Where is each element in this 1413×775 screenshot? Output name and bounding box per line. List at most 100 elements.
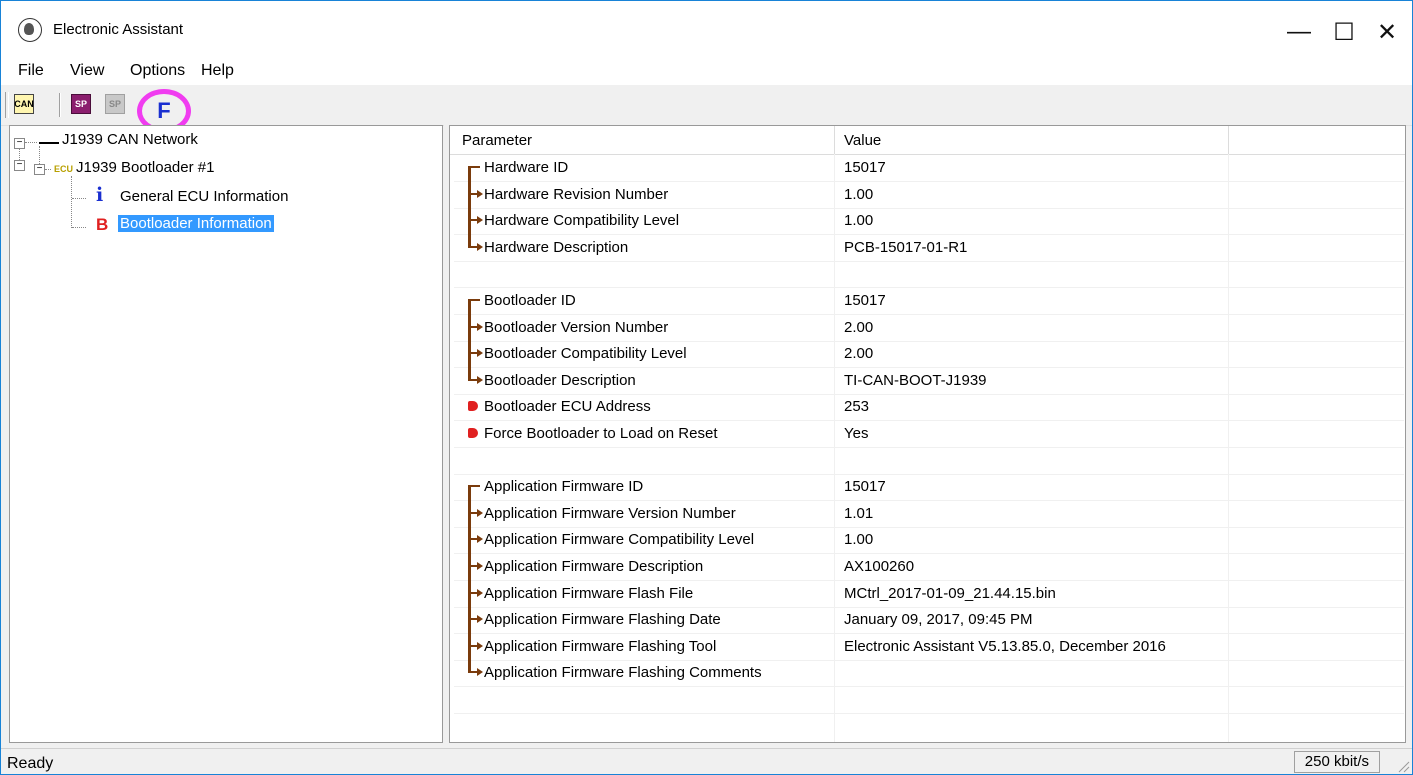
- table-row[interactable]: Application Firmware Flash File MCtrl_201…: [454, 579, 1404, 608]
- value-cell: 1.01: [844, 504, 874, 522]
- table-row[interactable]: [454, 447, 1404, 475]
- column-divider[interactable]: [834, 126, 835, 154]
- table-row[interactable]: Bootloader ID 15017: [454, 287, 1404, 315]
- table-row[interactable]: Bootloader Description TI-CAN-BOOT-J1939: [454, 366, 1404, 395]
- table-row[interactable]: Application Firmware Compatibility Level…: [454, 526, 1404, 555]
- group-branch-icon: [468, 553, 483, 580]
- menu-file[interactable]: File: [18, 62, 44, 80]
- value-cell: 1.00: [844, 531, 874, 549]
- toolbar-grip[interactable]: [5, 92, 9, 118]
- table-row[interactable]: [454, 686, 1404, 714]
- toolbar-separator: [59, 93, 61, 117]
- parameter-cell: Application Firmware Description: [484, 558, 704, 575]
- setpoint-save-icon[interactable]: SP: [105, 94, 125, 114]
- table-header: Parameter Value: [450, 126, 1405, 155]
- table-row[interactable]: Application Firmware Flashing Tool Electr…: [454, 632, 1404, 661]
- table-row[interactable]: Application Firmware Description AX100260: [454, 553, 1404, 581]
- tree-node-bootloader-info[interactable]: Bootloader Information: [118, 215, 274, 232]
- resize-grip-icon[interactable]: [1396, 759, 1410, 773]
- group-branch-icon: [468, 340, 483, 368]
- parameter-cell: Bootloader ID: [484, 292, 576, 309]
- bootloader-icon: B: [96, 215, 109, 234]
- network-line-icon: [39, 142, 59, 144]
- group-branch-icon: [468, 313, 483, 341]
- tree-line: [72, 198, 86, 199]
- title-bar[interactable]: Electronic Assistant — ☐ ✕: [1, 1, 1412, 57]
- value-cell: 2.00: [844, 345, 874, 363]
- close-button[interactable]: ✕: [1359, 11, 1412, 53]
- tree-line: [72, 227, 86, 228]
- table-row[interactable]: [454, 260, 1404, 289]
- ecu-tree-view[interactable]: − J1939 CAN Network − − ECU J1939 Bootlo…: [9, 125, 443, 743]
- parameter-cell: Bootloader ECU Address: [484, 398, 651, 416]
- parameter-cell: Hardware ID: [484, 159, 569, 176]
- value-cell: January 09, 2017, 09:45 PM: [844, 611, 1033, 629]
- column-header-value[interactable]: Value: [844, 132, 881, 149]
- status-bar: Ready 250 kbit/s: [1, 748, 1412, 774]
- table-row[interactable]: Bootloader Version Number 2.00: [454, 313, 1404, 342]
- parameter-cell: Hardware Compatibility Level: [484, 212, 680, 230]
- group-branch-icon: [468, 579, 483, 607]
- table-row[interactable]: Application Firmware Flashing Date Januar…: [454, 606, 1404, 635]
- setpoint-open-icon[interactable]: SP: [71, 94, 91, 114]
- group-branch-icon: [468, 526, 483, 554]
- parameter-cell: Hardware Revision Number: [484, 185, 669, 203]
- table-row[interactable]: Hardware Revision Number 1.00: [454, 180, 1404, 209]
- info-icon: i: [96, 184, 104, 206]
- column-header-parameter[interactable]: Parameter: [462, 132, 532, 149]
- status-text: Ready: [7, 755, 54, 772]
- table-row[interactable]: Bootloader ECU Address 253: [454, 393, 1404, 422]
- table-row[interactable]: Force Bootloader to Load on Reset Yes: [454, 420, 1404, 448]
- window-title: Electronic Assistant: [53, 21, 184, 38]
- tree-node-general-info[interactable]: General ECU Information: [120, 188, 288, 205]
- column-divider[interactable]: [1228, 126, 1229, 154]
- value-cell: AX100260: [844, 558, 915, 575]
- menu-options[interactable]: Options: [130, 62, 185, 80]
- parameter-table: Parameter Value Hardware ID 15017 Hardware…: [449, 125, 1406, 743]
- group-branch-icon: [468, 499, 483, 527]
- group-branch-icon: [468, 207, 483, 235]
- group-branch-icon: [468, 287, 482, 314]
- parameter-cell: Bootloader Description: [484, 371, 636, 389]
- table-row[interactable]: Hardware Compatibility Level 1.00: [454, 207, 1404, 236]
- parameter-cell: Application Firmware ID: [484, 478, 644, 496]
- tree-node-bootloader[interactable]: J1939 Bootloader #1: [76, 159, 214, 176]
- table-row[interactable]: Bootloader Compatibility Level 2.00: [454, 340, 1404, 369]
- menu-view[interactable]: View: [70, 62, 104, 80]
- value-cell: PCB-15017-01-R1: [844, 238, 968, 256]
- group-branch-icon: [468, 606, 483, 634]
- selected-label: Bootloader Information: [118, 215, 274, 232]
- parameter-cell: Bootloader Version Number: [484, 318, 669, 336]
- can-connect-icon[interactable]: CAN: [14, 94, 34, 114]
- parameter-cell: Force Bootloader to Load on Reset: [484, 425, 718, 442]
- value-cell: 253: [844, 398, 870, 416]
- tree-node-network[interactable]: J1939 CAN Network: [62, 131, 198, 148]
- table-row[interactable]: Hardware ID 15017: [454, 154, 1404, 182]
- application-window: Electronic Assistant — ☐ ✕ File View Opt…: [0, 0, 1413, 775]
- toolbar: CAN SP SP: [1, 85, 1412, 126]
- value-cell: Yes: [844, 425, 869, 442]
- parameter-cell: Application Firmware Compatibility Level: [484, 531, 755, 549]
- ecu-icon: ECU: [54, 164, 74, 174]
- table-row[interactable]: Application Firmware ID 15017: [454, 473, 1404, 502]
- value-cell: TI-CAN-BOOT-J1939: [844, 371, 987, 389]
- status-baud-rate: 250 kbit/s: [1293, 751, 1380, 773]
- value-cell: Electronic Assistant V5.13.85.0, Decembe…: [844, 637, 1166, 655]
- group-branch-icon: [468, 632, 483, 660]
- collapse-ecu-icon[interactable]: −: [34, 164, 45, 175]
- table-row[interactable]: Hardware Description PCB-15017-01-R1: [454, 233, 1404, 262]
- value-cell: 1.00: [844, 185, 874, 203]
- parameter-cell: Application Firmware Flashing Date: [484, 611, 721, 629]
- parameter-cell: Application Firmware Flashing Comments: [484, 664, 762, 682]
- parameter-cell: Application Firmware Version Number: [484, 504, 736, 522]
- table-row[interactable]: Application Firmware Version Number 1.01: [454, 499, 1404, 528]
- tree-line: [25, 142, 37, 143]
- parameter-cell: Application Firmware Flashing Tool: [484, 637, 717, 655]
- menu-help[interactable]: Help: [201, 62, 234, 80]
- parameter-cell: Bootloader Compatibility Level: [484, 345, 687, 363]
- value-cell: 15017: [844, 478, 886, 496]
- menu-bar: File View Options Help: [1, 57, 1412, 85]
- collapse-bootloader-icon[interactable]: −: [14, 160, 25, 171]
- value-cell: 1.00: [844, 212, 874, 230]
- table-row[interactable]: Application Firmware Flashing Comments: [454, 659, 1404, 688]
